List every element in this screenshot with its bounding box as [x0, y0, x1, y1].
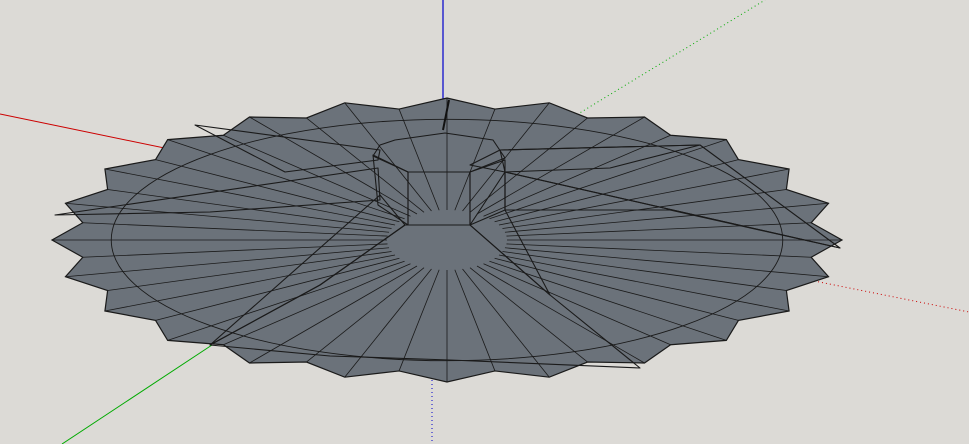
3d-model-canvas[interactable]: [0, 0, 969, 444]
base-disk[interactable]: [50, 97, 844, 383]
green-axis-dotted: [559, 0, 766, 126]
green-axis-solid: [61, 344, 213, 444]
sketchup-viewport[interactable]: [0, 0, 969, 444]
